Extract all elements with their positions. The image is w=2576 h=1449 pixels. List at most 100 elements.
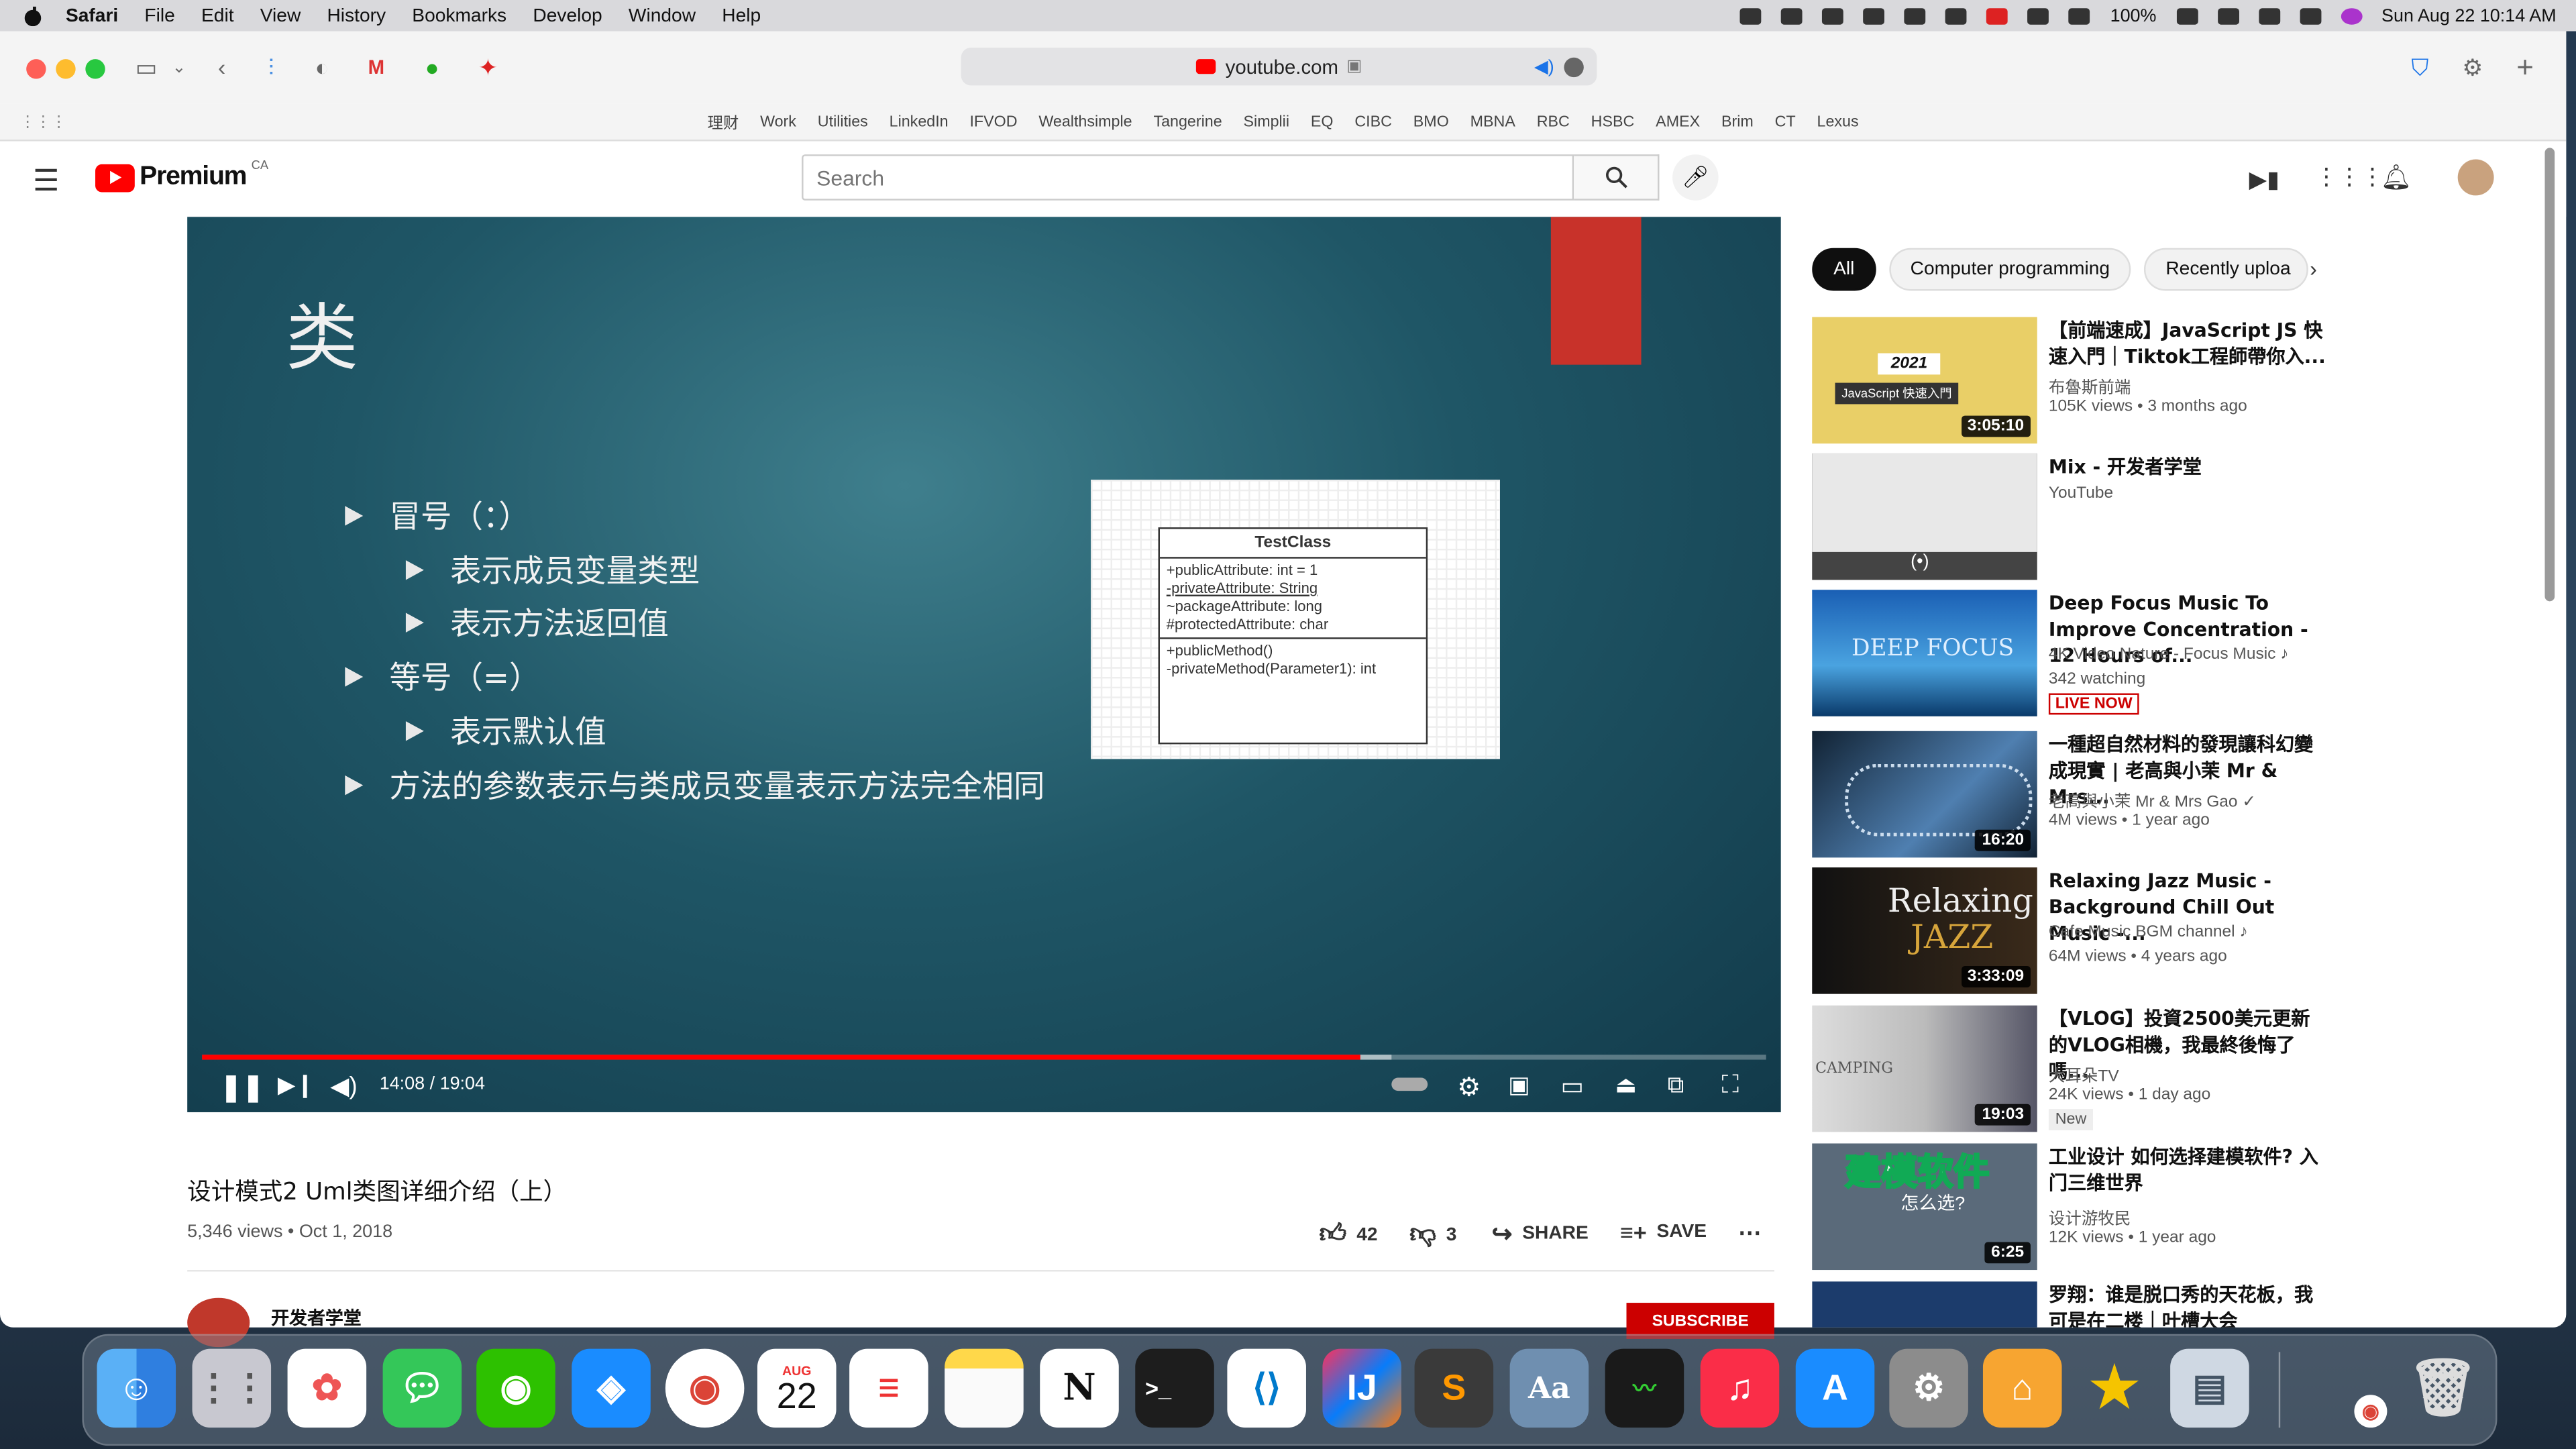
more-actions-button[interactable]: ⋯ — [1738, 1219, 1761, 1247]
channel-name[interactable]: 老高與小茉 Mr & Mrs Gao ✓ — [2049, 787, 2256, 812]
more-options-icon[interactable] — [1564, 56, 1584, 76]
close-window-button[interactable] — [26, 59, 46, 79]
minimize-window-button[interactable] — [56, 59, 76, 79]
safari-icon[interactable]: ◈ — [572, 1348, 651, 1428]
bookmark-item[interactable]: Brim — [1721, 113, 1754, 131]
terminal-icon[interactable]: >_ — [1135, 1348, 1214, 1428]
channel-name[interactable]: 开发者学堂 — [271, 1305, 362, 1331]
sidebar-toggle-icon[interactable]: ▭ — [131, 52, 161, 82]
video-thumbnail[interactable]: 建模软件 怎么选? 6:25 — [1812, 1143, 2037, 1271]
calendar-icon[interactable]: AUG 22 — [757, 1348, 837, 1428]
preview-icon[interactable]: ▤ — [2170, 1348, 2249, 1428]
notes-icon[interactable] — [945, 1348, 1024, 1428]
youtube-logo[interactable]: Premium CA — [95, 157, 268, 192]
battery-percent[interactable]: 100% — [2110, 6, 2157, 25]
window-icon[interactable] — [1864, 7, 1886, 24]
music-icon[interactable]: ♫ — [1700, 1348, 1780, 1428]
bookmark-item[interactable]: Simplii — [1244, 113, 1290, 131]
search-status-icon[interactable] — [1781, 7, 1803, 24]
share-button[interactable]: ↪ SHARE — [1492, 1219, 1589, 1249]
extension-icon[interactable]: ⫶ — [256, 52, 286, 82]
intellij-icon[interactable]: IJ — [1322, 1348, 1401, 1428]
chevron-down-icon[interactable]: ⌄ — [164, 52, 194, 82]
miniplayer-icon[interactable]: ▣ — [1508, 1071, 1529, 1099]
progress-bar[interactable] — [202, 1055, 1766, 1060]
privacy-shield-icon[interactable]: ⛉ — [2405, 52, 2434, 82]
video-title[interactable]: 【前端速成】JavaScript JS 快速入門｜Tiktok工程師帶你入... — [2049, 317, 2328, 370]
video-thumbnail[interactable]: 2021 JavaScript 快速入門 3:05:10 — [1812, 317, 2037, 444]
bookmark-item[interactable]: RBC — [1537, 113, 1570, 131]
avatar[interactable] — [2457, 159, 2494, 196]
new-tab-icon[interactable]: + — [2510, 50, 2540, 83]
bookmark-item[interactable]: LinkedIn — [890, 113, 949, 131]
wechat-icon[interactable]: ◉ — [476, 1348, 555, 1428]
battery-icon[interactable] — [2176, 7, 2198, 24]
bookmark-item[interactable]: CIBC — [1354, 113, 1392, 131]
save-button[interactable]: ≡+ SAVE — [1620, 1219, 1707, 1245]
zoom-window-button[interactable] — [85, 59, 105, 79]
menu-bookmarks[interactable]: Bookmarks — [412, 6, 506, 25]
channel-name[interactable]: Cafe Music BGM channel ♪ — [2049, 923, 2248, 941]
menu-history[interactable]: History — [327, 6, 386, 25]
bookmark-item[interactable]: Work — [760, 113, 796, 131]
search-input[interactable] — [802, 154, 1574, 201]
theater-mode-icon[interactable]: ▭ — [1561, 1071, 1585, 1101]
status-icon[interactable] — [1740, 7, 1762, 24]
apps-grid-icon[interactable]: ⋮⋮⋮ — [2315, 162, 2384, 191]
settings-gear-icon[interactable]: ⚙ — [1457, 1071, 1481, 1104]
dictionary-icon[interactable]: Aa — [1509, 1348, 1589, 1428]
bookmark-item[interactable]: Lexus — [1817, 113, 1859, 131]
search-button[interactable] — [1574, 154, 1660, 201]
volume-icon[interactable] — [2028, 7, 2049, 24]
menu-help[interactable]: Help — [722, 6, 761, 25]
picture-in-picture-icon[interactable]: ⧉ — [1668, 1071, 1684, 1099]
system-preferences-icon[interactable]: ⚙ — [1889, 1348, 1968, 1428]
bookmark-item[interactable]: HSBC — [1591, 113, 1635, 131]
sublime-icon[interactable]: S — [1414, 1348, 1494, 1428]
channel-name[interactable]: 设计游牧民 — [2049, 1204, 2131, 1229]
settings-gear-icon[interactable]: ⚙ — [2458, 52, 2487, 82]
next-icon[interactable]: ▶❙ — [278, 1071, 315, 1099]
chip-all[interactable]: All — [1812, 248, 1876, 291]
bookmark-item[interactable]: Utilities — [818, 113, 868, 131]
list-item[interactable]: Relaxing JAZZ 3:33:09 Relaxing Jazz Musi… — [1812, 867, 2535, 996]
video-title[interactable]: Mix - 开发者学堂 — [2049, 453, 2328, 480]
menu-window[interactable]: Window — [629, 6, 696, 25]
maps-icon[interactable]: ● — [417, 52, 447, 82]
superstar-icon[interactable]: ★ — [2075, 1349, 2154, 1428]
audio-playing-icon[interactable]: ◀) — [1534, 56, 1554, 77]
app-store-icon[interactable]: A — [1795, 1348, 1875, 1428]
menu-app-name[interactable]: Safari — [66, 6, 118, 25]
channel-name[interactable]: 布魯斯前端 — [2049, 373, 2131, 398]
vscode-icon[interactable]: ⟨⟩ — [1227, 1348, 1306, 1428]
chips-next-icon[interactable]: › — [2310, 256, 2317, 281]
video-title[interactable]: 罗翔：谁是脱口秀的天花板，我可是在二楼｜叶槽大会 — [2049, 1281, 2328, 1328]
canada-flag-icon[interactable] — [1986, 7, 2008, 24]
list-item[interactable]: 建模软件 怎么选? 6:25 工业设计 如何选择建模软件? 入门三维世界 设计游… — [1812, 1143, 2535, 1272]
photos-icon[interactable]: ✿ — [287, 1348, 367, 1428]
grid-icon[interactable]: ⋮⋮⋮ — [19, 113, 66, 131]
bookmark-item[interactable]: 理财 — [708, 110, 739, 133]
bookmark-item[interactable]: CT — [1775, 113, 1796, 131]
launchpad-icon[interactable]: ⋮⋮ — [192, 1348, 272, 1428]
menu-develop[interactable]: Develop — [533, 6, 602, 25]
menu-file[interactable]: File — [144, 6, 174, 25]
notifications-bell-icon[interactable]: 🔔︎ — [2381, 162, 2412, 193]
finder-icon[interactable]: ☺ — [97, 1348, 176, 1428]
channel-name[interactable]: 4K Video Nature - Focus Music ♪ — [2049, 645, 2289, 663]
microphone-icon[interactable]: 🎤︎ — [1672, 154, 1719, 201]
drive-icon[interactable] — [1904, 7, 1927, 24]
fullscreen-icon[interactable]: ⛶ — [1722, 1071, 1739, 1099]
messages-icon[interactable]: 💬︎ — [382, 1348, 462, 1428]
volume-icon[interactable]: ◀) — [330, 1071, 357, 1101]
autoplay-toggle[interactable] — [1391, 1077, 1428, 1091]
video-thumbnail[interactable]: Relaxing JAZZ 3:33:09 — [1812, 867, 2037, 994]
video-thumbnail[interactable] — [1812, 1281, 2037, 1328]
dislike-button[interactable]: 👎︎ 3 — [1409, 1219, 1456, 1250]
list-item[interactable]: CAMPING 19:03 【VLOG】投資2500美元更新的VLOG相機，我最… — [1812, 1005, 2535, 1134]
notion-icon[interactable]: N — [1040, 1348, 1119, 1428]
airplay-icon[interactable]: ⏏ — [1615, 1071, 1636, 1099]
list-item[interactable]: (•) Mix - 开发者学堂 YouTube — [1812, 453, 2535, 582]
chrome-icon[interactable]: ◉ — [665, 1348, 745, 1428]
bookmark-item[interactable]: IFVOD — [969, 113, 1017, 131]
